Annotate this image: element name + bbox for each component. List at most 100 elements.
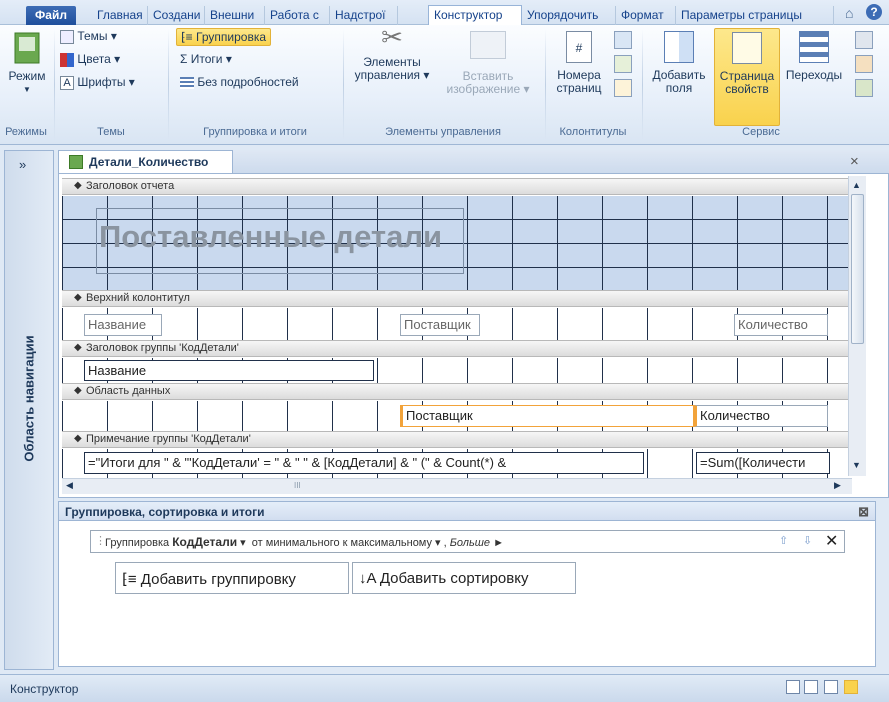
more-options-link[interactable]: Больше ► [450, 537, 504, 549]
group-and-sort-button[interactable]: ⁅≡ Группировка [176, 28, 272, 46]
sort-order-select[interactable]: от минимального к максимальному [252, 537, 432, 549]
field-name[interactable]: Название [84, 360, 374, 381]
section-report-header[interactable]: ◆ Заголовок отчета [62, 178, 848, 195]
section-detail[interactable]: ◆ Область данных [62, 383, 848, 400]
help-icon[interactable]: ? [866, 4, 882, 20]
footer-sum[interactable]: =Sum([Количести [696, 452, 830, 474]
detail-area[interactable]: Поставщик Количество [62, 401, 848, 431]
date-time-icon[interactable] [614, 79, 632, 97]
label-supplier[interactable]: Поставщик [400, 314, 480, 336]
themes-label: Темы [77, 29, 108, 43]
view-mode-label: Режим [8, 69, 46, 83]
report-title-label[interactable]: Поставленные детали [96, 208, 464, 274]
subform-icon[interactable] [855, 31, 873, 49]
page-numbers-label-2: страниц [556, 81, 602, 95]
scroll-down-icon[interactable]: ▼ [852, 460, 861, 470]
add-fields-label-2: поля [665, 81, 693, 95]
title-icon[interactable] [614, 55, 632, 73]
section-page-header[interactable]: ◆ Верхний колонтитул [62, 290, 848, 307]
section-group-header[interactable]: ◆ Заголовок группы 'КодДетали' [62, 340, 848, 357]
add-sort-button[interactable]: ↓A Добавить сортировку [352, 562, 576, 594]
group-label-grouping: Группировка и итоги [203, 126, 307, 138]
group-footer-area[interactable]: ="Итоги для " & "'КодДетали' = " & " " &… [62, 449, 848, 478]
scroll-up-icon[interactable]: ▲ [852, 180, 861, 190]
report-icon [69, 155, 83, 169]
expand-nav-icon[interactable]: » [19, 157, 26, 172]
horizontal-scrollbar[interactable]: ◀ III ▶ [62, 478, 852, 494]
grouping-pane-title: Группировка, сортировка и итоги [65, 505, 265, 519]
view-mode-button[interactable]: Режим ▼ [4, 31, 50, 96]
section-group-footer[interactable]: ◆ Примечание группы 'КодДетали' [62, 431, 848, 448]
section-title: Верхний колонтитул [86, 292, 190, 304]
design-view-icon[interactable] [844, 680, 858, 694]
section-title: Область данных [86, 385, 171, 397]
minimize-ribbon-icon[interactable]: ⌂ [845, 5, 853, 21]
scroll-right-icon[interactable]: ▶ [834, 480, 841, 491]
navigation-pane[interactable]: » Область навигации [4, 150, 54, 670]
totals-button[interactable]: Σ Итоги ▾ [180, 52, 232, 66]
tab-design[interactable]: Конструктор [428, 5, 522, 25]
group-header-area[interactable]: Название [62, 358, 848, 383]
navigation-pane-title: Область навигации [21, 335, 37, 462]
delete-group-icon[interactable]: ✕ [825, 531, 838, 551]
themes-button[interactable]: Темы ▾ [60, 29, 117, 44]
page-header-area[interactable]: Название Поставщик Количество [62, 308, 848, 340]
hide-details-icon [180, 76, 194, 89]
report-header-area[interactable]: Поставленные детали [62, 196, 848, 290]
document-tab[interactable]: Детали_Количество [58, 150, 233, 173]
tab-file[interactable]: Файл [26, 6, 76, 25]
tab-order-button[interactable]: Переходы [784, 31, 844, 82]
group-row[interactable]: ⋮ Группировка КодДетали ▾ от минимальног… [90, 530, 845, 553]
group-prefix-label: Группировка [105, 537, 170, 549]
sigma-icon: Σ [180, 52, 188, 66]
layout-view-icon[interactable] [824, 680, 838, 694]
label-name[interactable]: Название [84, 314, 162, 336]
tab-database-tools[interactable]: Работа с [265, 6, 330, 25]
grouping-pane-header: Группировка, сортировка и итоги ⊠ [58, 501, 876, 521]
group-label-modes: Режимы [5, 126, 47, 138]
hide-details-button[interactable]: Без подробностей [180, 75, 299, 89]
colors-button[interactable]: Цвета ▾ [60, 52, 120, 67]
totals-label: Итоги [190, 52, 223, 66]
field-quantity[interactable]: Количество [694, 405, 828, 427]
vertical-scroll-thumb[interactable] [851, 194, 864, 344]
add-existing-fields-button[interactable]: Добавить поля [646, 31, 712, 95]
insert-image-button[interactable]: Вставить изображение ▾ [440, 31, 536, 96]
close-document-icon[interactable]: × [850, 153, 859, 170]
label-quantity[interactable]: Количество [734, 314, 828, 336]
controls-button[interactable]: ✂ Элементы управления ▾ [346, 22, 438, 82]
footer-expression[interactable]: ="Итоги для " & "'КодДетали' = " & " " &… [84, 452, 644, 474]
group-separator [642, 29, 643, 141]
tab-arrange[interactable]: Упорядочить [522, 6, 616, 25]
report-view-icon[interactable] [786, 680, 800, 694]
drag-handle-icon[interactable]: ⋮ [95, 534, 106, 547]
move-down-icon[interactable]: ⇩ [803, 534, 812, 547]
page-numbers-button[interactable]: # Номера страниц [550, 31, 608, 95]
convert-macros-icon[interactable] [855, 79, 873, 97]
tab-home[interactable]: Главная [92, 6, 148, 25]
grouping-icon: ⁅≡ [181, 30, 193, 44]
scroll-left-icon[interactable]: ◀ [66, 480, 73, 491]
logo-icon[interactable] [614, 31, 632, 49]
vertical-scrollbar[interactable]: ▲ ▼ [848, 176, 866, 476]
print-preview-icon[interactable] [804, 680, 818, 694]
ribbon-tab-row: Файл Главная Создани Внешни Работа с Над… [0, 0, 889, 25]
tab-format[interactable]: Формат [616, 6, 676, 25]
view-code-icon[interactable] [855, 55, 873, 73]
tab-external[interactable]: Внешни [205, 6, 265, 25]
grouping-label: Группировка [196, 30, 267, 44]
tools-icon: ✂ [381, 22, 403, 52]
group-label-themes: Темы [97, 126, 125, 138]
field-supplier[interactable]: Поставщик [400, 405, 694, 427]
group-separator [54, 29, 55, 141]
move-up-icon[interactable]: ⇧ [779, 534, 788, 547]
tab-create[interactable]: Создани [148, 6, 205, 25]
property-sheet-button[interactable]: Страница свойств [714, 28, 780, 126]
group-field-select[interactable]: КодДетали [172, 535, 237, 549]
fonts-label: Шрифты [77, 75, 126, 89]
add-group-button[interactable]: ⁅≡ Добавить группировку [115, 562, 349, 594]
close-grouping-pane-icon[interactable]: ⊠ [858, 504, 869, 520]
ribbon: Режим ▼ Режимы Темы ▾ Цвета ▾ A Шрифты ▾… [0, 22, 889, 145]
tab-page-setup[interactable]: Параметры страницы [676, 6, 834, 25]
fonts-button[interactable]: A Шрифты ▾ [60, 75, 135, 90]
